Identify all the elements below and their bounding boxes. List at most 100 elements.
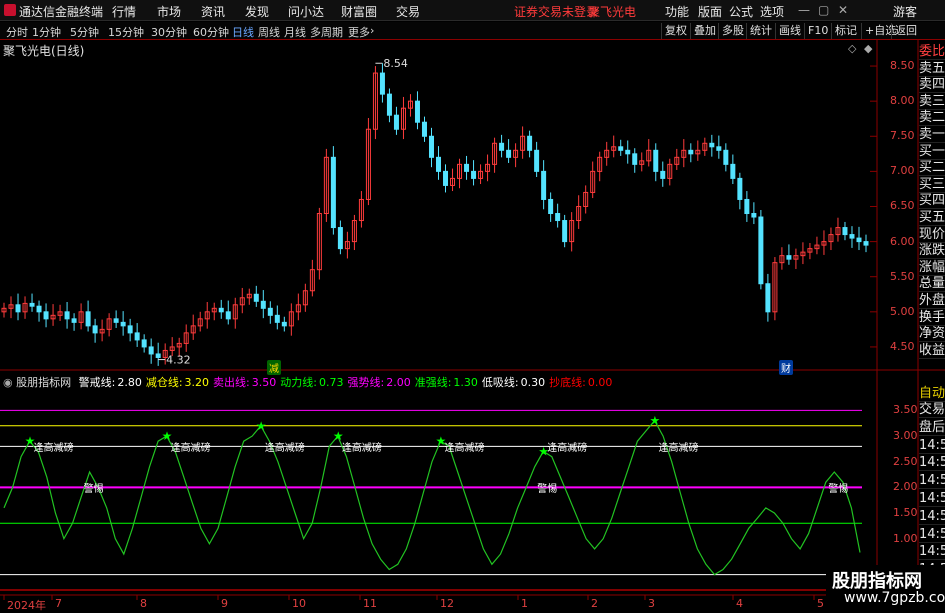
sidebar-item[interactable]: 卖四 <box>919 77 945 94</box>
sidebar-item[interactable]: 14:56 <box>919 527 945 543</box>
period-daily[interactable]: 日线 <box>232 24 254 40</box>
menu-markets[interactable]: 市场 <box>157 3 181 20</box>
candle-body <box>379 72 385 95</box>
indicator-tick-label: 1.50 <box>893 506 918 520</box>
price-tick-label: 7.00 <box>890 164 915 178</box>
period-timeshare[interactable]: 分时 <box>6 24 28 40</box>
sidebar-item[interactable]: 现价 <box>919 227 945 243</box>
tool-overlay[interactable]: 叠加 <box>690 23 719 39</box>
sidebar-item[interactable]: 卖三 <box>919 94 945 110</box>
sidebar-item[interactable]: 盘后 <box>919 420 945 436</box>
sidebar-item[interactable]: 买五 <box>919 210 945 226</box>
period-30min[interactable]: 30分钟 <box>151 24 187 40</box>
sidebar-item[interactable]: 14:56 <box>919 491 945 507</box>
period-multi[interactable]: 多周期 <box>310 24 343 40</box>
sidebar-item[interactable]: 14:56 <box>919 509 945 525</box>
sidebar-item[interactable]: 14:56 <box>919 438 945 454</box>
close-icon[interactable]: ✕ <box>838 3 848 17</box>
sidebar-item[interactable]: 买四 <box>919 193 945 210</box>
menu-market[interactable]: 行情 <box>112 3 136 20</box>
sidebar-item[interactable]: 买三 <box>919 177 945 193</box>
indicator-dropdown-icon[interactable]: ◉ <box>3 376 13 389</box>
menu-ask[interactable]: 问小达 <box>288 3 324 20</box>
menu-layout[interactable]: 版面 <box>698 3 722 20</box>
x-tick-label: 9 <box>221 597 228 610</box>
menu-options[interactable]: 选项 <box>760 3 784 20</box>
candle-body <box>471 170 477 179</box>
sidebar-item[interactable]: 14:56 <box>919 455 945 472</box>
candle-body <box>499 142 505 151</box>
menu-function[interactable]: 功能 <box>665 3 689 20</box>
sidebar-item[interactable]: 收益 <box>919 343 945 359</box>
sidebar-item[interactable]: 委比 <box>919 44 945 60</box>
period-1min[interactable]: 1分钟 <box>32 24 61 40</box>
chart-title: 聚飞光电(日线) <box>3 44 85 58</box>
indicator-legend-value: 0.30 <box>520 376 546 389</box>
sidebar-item[interactable]: 买一 <box>919 144 945 160</box>
tool-multi[interactable]: 多股 <box>718 23 747 39</box>
chevron-down-icon[interactable]: ◇ <box>848 42 856 55</box>
chart-canvas[interactable]: 8.544.32★ ★★★ ★★★ <box>0 0 945 609</box>
candle-body <box>618 146 624 151</box>
indicator-name[interactable]: 股朋指标网 <box>16 376 71 389</box>
menu-trade[interactable]: 交易 <box>396 3 420 20</box>
tool-adjust[interactable]: 复权 <box>661 23 690 39</box>
sidebar-item[interactable]: 自动 <box>919 386 945 402</box>
candle-body <box>464 163 470 172</box>
sidebar-item[interactable]: 卖五 <box>919 61 945 77</box>
sidebar-item[interactable]: 买二 <box>919 160 945 177</box>
indicator-legend-value: 0.73 <box>318 376 344 389</box>
tool-mark[interactable]: 标记 <box>831 23 860 39</box>
x-tick-label: 11 <box>363 597 377 610</box>
tool-back[interactable]: 返回 <box>891 23 920 39</box>
sidebar-item[interactable]: 涨幅 <box>919 260 945 276</box>
sidebar-item[interactable]: 交易 <box>919 402 945 418</box>
sidebar-item[interactable]: 14:56 <box>919 544 945 561</box>
tool-stats[interactable]: 统计 <box>746 23 775 39</box>
app-logo-icon <box>4 4 16 16</box>
menu-news[interactable]: 资讯 <box>201 3 225 20</box>
candle-body <box>737 177 743 200</box>
chevron-right-icon[interactable]: › <box>370 24 374 37</box>
guest-label[interactable]: 游客 <box>893 3 917 20</box>
tool-draw[interactable]: 画线 <box>775 23 804 39</box>
candle-body <box>863 241 869 246</box>
candle-body <box>127 325 133 334</box>
period-15min[interactable]: 15分钟 <box>108 24 144 40</box>
sidebar-item[interactable]: 换手 <box>919 310 945 326</box>
sidebar-item[interactable]: 卖一 <box>919 127 945 143</box>
settings-icon[interactable]: ◆ <box>864 42 872 55</box>
menu-discover[interactable]: 发现 <box>245 3 269 20</box>
period-60min[interactable]: 60分钟 <box>193 24 229 40</box>
menu-formula[interactable]: 公式 <box>729 3 753 20</box>
price-tick-label: 6.00 <box>890 234 915 248</box>
login-status[interactable]: 证券交易未登录 <box>514 3 598 20</box>
period-5min[interactable]: 5分钟 <box>70 24 99 40</box>
sidebar-item[interactable]: 净资 <box>919 326 945 343</box>
sidebar-item[interactable]: 外盘 <box>919 293 945 309</box>
candle-body <box>267 307 273 316</box>
restore-icon[interactable]: ▢ <box>818 3 829 17</box>
period-monthly[interactable]: 月线 <box>284 24 306 40</box>
marker-reduce[interactable]: 减 <box>267 360 281 375</box>
sidebar-item[interactable]: 14:56 <box>919 473 945 490</box>
marker-finance[interactable]: 财 <box>779 360 793 375</box>
app-title: 通达信金融终端 <box>19 5 104 19</box>
menu-wealth[interactable]: 财富圈 <box>341 3 377 20</box>
candle-body <box>534 149 540 172</box>
candle-body <box>716 146 722 151</box>
candle-body <box>751 213 757 218</box>
x-tick-label: 2 <box>591 597 598 610</box>
period-more[interactable]: 更多 <box>348 24 370 40</box>
signal-top-text: 逢高减磅 <box>547 443 588 455</box>
period-weekly[interactable]: 周线 <box>258 24 280 40</box>
sidebar-item[interactable]: 总量 <box>919 276 945 293</box>
sidebar-item[interactable]: 卖二 <box>919 110 945 127</box>
minimize-icon[interactable]: — <box>798 3 810 17</box>
tool-f10[interactable]: F10 <box>804 23 831 39</box>
candle-body <box>443 170 449 186</box>
sidebar-item[interactable]: 涨跌 <box>919 243 945 260</box>
candle-body <box>64 311 70 320</box>
candle-body <box>29 302 35 307</box>
signal-mid-text: 警惕 <box>828 484 849 496</box>
